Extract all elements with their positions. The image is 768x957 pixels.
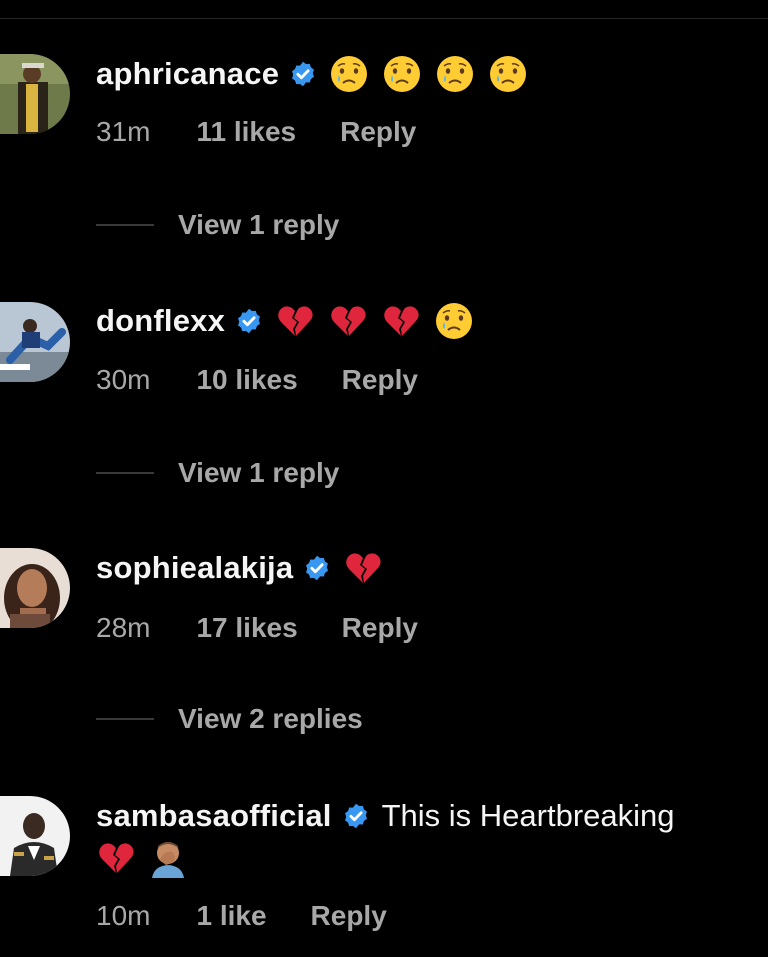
view-replies-label: View 1 reply — [178, 209, 340, 240]
comment-text: This is Heartbreaking — [381, 798, 675, 833]
like-count[interactable]: 11 likes — [196, 116, 296, 148]
crying-face-icon — [436, 303, 473, 339]
emoji-row — [275, 301, 487, 341]
reply-thread-line — [96, 224, 154, 226]
view-replies-button[interactable]: View 2 replies — [96, 701, 363, 737]
comment-timestamp: 10m — [96, 900, 151, 931]
comment-header: donflexx — [96, 299, 487, 343]
comment-text-continuation — [96, 836, 201, 880]
view-replies-button[interactable]: View 1 reply — [96, 455, 339, 491]
crying-face-icon — [437, 56, 474, 92]
avatar[interactable] — [0, 302, 70, 382]
comment-header: sambasaofficial This is Heartbreaking — [96, 794, 675, 838]
like-count[interactable]: 10 likes — [196, 364, 297, 396]
crying-face-icon — [490, 56, 527, 92]
comment-timestamp: 31m — [96, 116, 151, 147]
comment-meta: 10m 1 like Reply — [96, 898, 387, 934]
avatar[interactable] — [0, 796, 70, 876]
verified-badge-icon — [238, 308, 261, 334]
emoji-row — [343, 548, 396, 588]
reply-button[interactable]: Reply — [342, 364, 418, 396]
comment-meta: 31m 11 likes Reply — [96, 114, 416, 150]
broken-heart-icon — [346, 553, 381, 583]
avatar[interactable] — [0, 54, 70, 134]
username[interactable]: aphricanace — [96, 56, 279, 92]
crying-face-icon — [384, 56, 421, 92]
reply-thread-line — [96, 472, 154, 474]
verified-badge-icon — [344, 803, 367, 829]
comment-timestamp: 30m — [96, 364, 151, 395]
broken-heart-icon — [384, 306, 419, 336]
view-replies-button[interactable]: View 1 reply — [96, 207, 339, 243]
man-facepalming-icon — [152, 842, 184, 878]
username[interactable]: sambasaofficial — [96, 798, 332, 834]
comment-header: sophiealakija — [96, 546, 396, 590]
avatar[interactable] — [0, 548, 70, 628]
broken-heart-icon — [331, 306, 366, 336]
emoji-row — [329, 54, 541, 94]
reply-button[interactable]: Reply — [311, 900, 387, 932]
like-count[interactable]: 17 likes — [196, 612, 297, 644]
verified-badge-icon — [306, 555, 329, 581]
comment-header: aphricanace — [96, 52, 541, 96]
username[interactable]: sophiealakija — [96, 550, 293, 586]
reply-button[interactable]: Reply — [342, 612, 418, 644]
username[interactable]: donflexx — [96, 303, 225, 339]
crying-face-icon — [331, 56, 368, 92]
reply-button[interactable]: Reply — [340, 116, 416, 148]
verified-badge-icon — [292, 61, 315, 87]
broken-heart-icon — [99, 843, 134, 873]
comment-timestamp: 28m — [96, 612, 151, 643]
like-count[interactable]: 1 like — [196, 900, 266, 932]
comment-meta: 28m 17 likes Reply — [96, 610, 418, 646]
top-divider — [0, 18, 768, 19]
comment-meta: 30m 10 likes Reply — [96, 362, 418, 398]
view-replies-label: View 2 replies — [178, 703, 363, 734]
view-replies-label: View 1 reply — [178, 457, 340, 488]
reply-thread-line — [96, 718, 154, 720]
broken-heart-icon — [278, 306, 313, 336]
